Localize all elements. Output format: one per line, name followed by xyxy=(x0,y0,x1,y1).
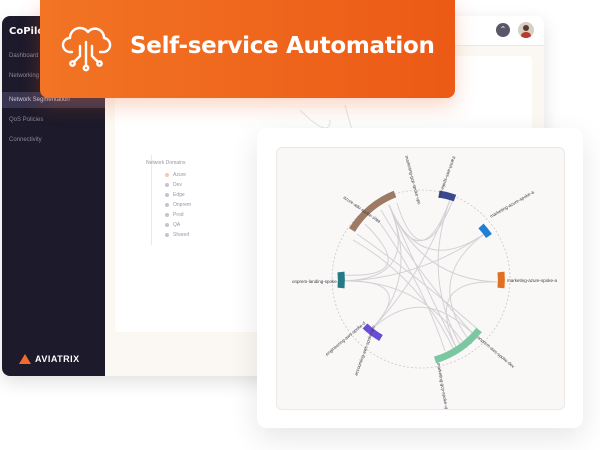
chord-diagram: azure-ado-spoke-vnet onprem-landing-spok… xyxy=(292,155,558,410)
legend-item[interactable]: Prod xyxy=(165,212,184,218)
automation-banner: Self-service Automation xyxy=(40,0,455,98)
chord-panel: azure-ado-spoke-vnet onprem-landing-spok… xyxy=(276,147,565,410)
legend-title: Network Domains xyxy=(146,160,186,166)
banner-title: Self-service Automation xyxy=(130,33,435,59)
chord-label: marketing-azure-spoke-a xyxy=(507,278,558,283)
chord-arc xyxy=(349,190,397,232)
chord-label: marketing-azure-spoke-a xyxy=(489,189,535,219)
chord-ribbon xyxy=(449,231,488,345)
legend-item[interactable]: Onprem xyxy=(165,202,191,208)
legend-dot xyxy=(165,213,169,217)
chord-label: onprem-aws-spoke-dev xyxy=(476,335,516,370)
chord-ribbon xyxy=(341,280,390,334)
chord-label: onprem-landing-spoke xyxy=(292,279,337,284)
chord-label: marketing-gcp-spoke-vpc xyxy=(436,362,450,410)
chord-ribbon xyxy=(367,306,478,339)
chord-ribbon xyxy=(341,223,389,276)
legend-item[interactable]: Azure xyxy=(165,172,186,178)
chord-arc xyxy=(478,223,492,239)
legend-item[interactable]: Edge xyxy=(165,192,185,198)
legend-dot xyxy=(165,193,169,197)
legend-item[interactable]: Shared xyxy=(165,232,189,238)
legend-item[interactable]: QA xyxy=(165,222,180,228)
legend-item[interactable]: Dev xyxy=(165,182,182,188)
legend-dot xyxy=(165,203,169,207)
cloud-network-icon xyxy=(61,26,112,72)
chord-ribbon xyxy=(388,204,460,354)
legend-dot xyxy=(165,183,169,187)
legend-dot xyxy=(165,233,169,237)
legend-dot xyxy=(165,223,169,227)
legend-dot xyxy=(165,173,169,177)
chord-label: marketing-gcp-spoke-vpc xyxy=(404,155,422,206)
